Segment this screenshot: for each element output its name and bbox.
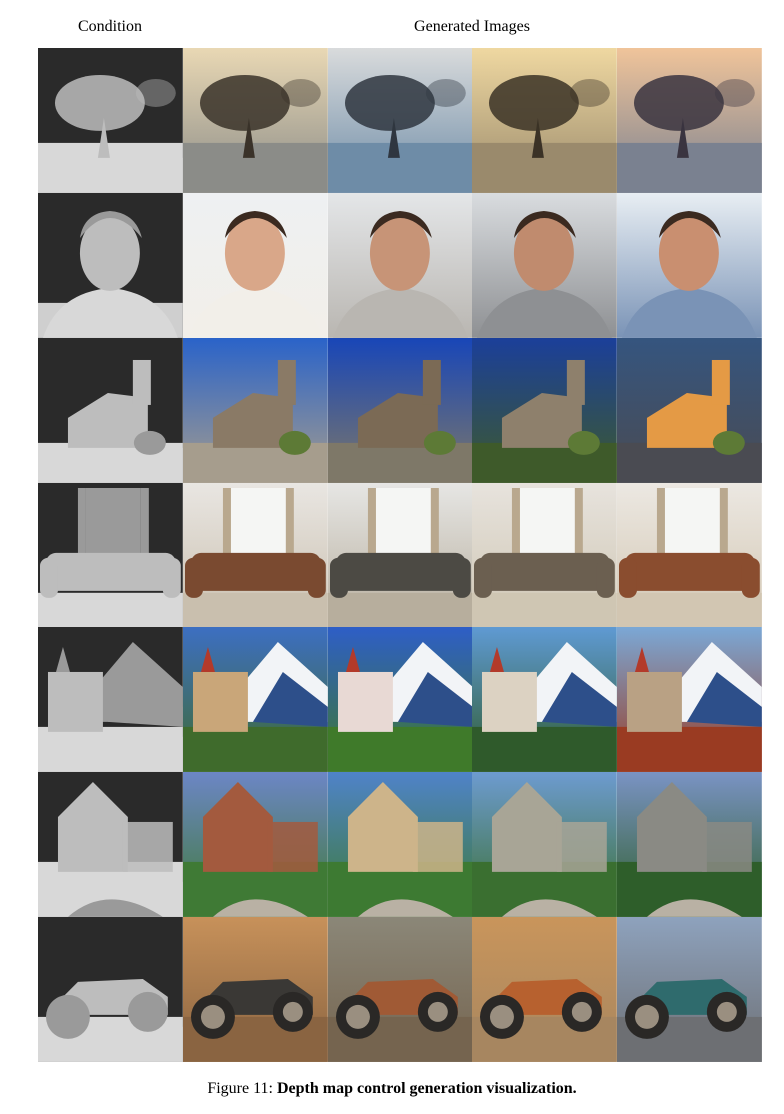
- generated-image: [182, 192, 328, 338]
- condition-depth-map: [38, 917, 183, 1063]
- generated-image: [617, 482, 762, 628]
- condition-depth-map: [38, 192, 183, 338]
- generated-image: [617, 772, 762, 918]
- generated-image: [472, 337, 618, 483]
- generated-image: [327, 337, 473, 483]
- generated-image: [327, 917, 473, 1063]
- generated-image: [617, 627, 762, 773]
- caption-text: Depth map control generation visualizati…: [276, 1080, 577, 1097]
- generated-image: [327, 627, 473, 773]
- generated-image: [327, 482, 473, 628]
- generated-image: [182, 48, 328, 193]
- generated-image: [182, 337, 328, 483]
- generated-image: [472, 772, 618, 918]
- image-grid: [38, 48, 762, 1063]
- condition-depth-map: [38, 337, 183, 483]
- generated-image: [617, 48, 762, 193]
- generated-image: [182, 482, 328, 628]
- condition-column-header: Condition: [77, 18, 142, 35]
- generated-image: [617, 192, 762, 338]
- generated-image: [182, 627, 328, 773]
- generated-image: [617, 917, 762, 1063]
- generated-image: [182, 917, 328, 1063]
- condition-depth-map: [38, 482, 183, 628]
- generated-image: [617, 337, 762, 483]
- condition-depth-map: [38, 48, 183, 193]
- generated-image: [472, 627, 618, 773]
- generated-image: [472, 917, 618, 1063]
- condition-depth-map: [38, 627, 183, 773]
- generated-image: [472, 192, 618, 338]
- generated-image: [472, 48, 618, 193]
- generated-image: [182, 772, 328, 918]
- generated-image: [327, 192, 473, 338]
- generated-images-column-header: Generated Images: [414, 18, 530, 35]
- caption-prefix: Figure 11:: [207, 1080, 277, 1097]
- generated-image: [472, 482, 618, 628]
- generated-image: [327, 48, 473, 193]
- figure-caption: Figure 11: Depth map control generation …: [0, 1078, 784, 1100]
- condition-depth-map: [38, 772, 183, 918]
- generated-image: [327, 772, 473, 918]
